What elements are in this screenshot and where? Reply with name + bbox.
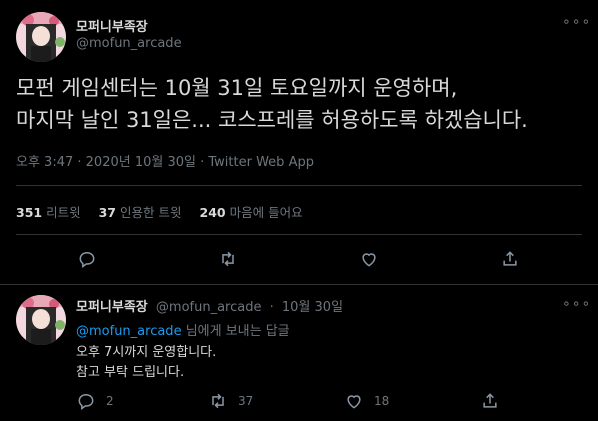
like-button[interactable] bbox=[359, 249, 379, 269]
share-icon bbox=[503, 251, 517, 266]
like-button[interactable]: 18 bbox=[344, 391, 389, 411]
share-icon bbox=[483, 393, 497, 408]
share-button[interactable] bbox=[500, 249, 520, 269]
like-count: 18 bbox=[374, 394, 390, 408]
avatar[interactable] bbox=[16, 295, 66, 345]
replying-suffix: 님에게 보내는 답글 bbox=[181, 324, 290, 339]
reply-header: 모퍼니부족장 @mofun_arcade · 10월 30일 bbox=[76, 296, 343, 315]
tweet-text: 모펀 게임센터는 10월 31일 토요일까지 운영하며, 마지막 날인 31일은… bbox=[16, 72, 582, 136]
tweet-text-line: 모펀 게임센터는 10월 31일 토요일까지 운영하며, bbox=[16, 76, 458, 100]
reply-text: 오후 7시까지 운영합니다. 참고 부탁 드립니다. bbox=[76, 343, 216, 383]
like-icon bbox=[362, 253, 376, 267]
meta-separator: · bbox=[195, 155, 209, 170]
tweet-date[interactable]: 2020년 10월 30일 bbox=[86, 155, 196, 170]
divider bbox=[16, 185, 582, 186]
reply-text-line: 오후 7시까지 운영합니다. bbox=[76, 345, 217, 360]
avatar[interactable] bbox=[16, 12, 66, 62]
retweet-icon bbox=[222, 251, 234, 267]
user-handle[interactable]: @mofun_arcade bbox=[76, 36, 182, 51]
like-icon bbox=[347, 395, 361, 409]
display-name[interactable]: 모퍼니부족장 bbox=[76, 300, 148, 315]
reply-button[interactable] bbox=[77, 249, 97, 269]
display-name[interactable]: 모퍼니부족장 bbox=[76, 16, 148, 35]
divider bbox=[0, 284, 598, 285]
retweet-button[interactable] bbox=[218, 249, 238, 269]
reply-text-line: 참고 부탁 드립니다. bbox=[76, 365, 185, 380]
more-icon[interactable]: ∘∘∘ bbox=[562, 296, 591, 312]
likes-stat[interactable]: 240 마음에 들어요 bbox=[200, 202, 303, 221]
tweet-text-line: 마지막 날인 31일은... 코스프레를 허용하도록 하겠습니다. bbox=[16, 108, 528, 132]
mention-link[interactable]: @mofun_arcade bbox=[76, 324, 182, 339]
retweet-button[interactable]: 37 bbox=[208, 391, 253, 411]
tweet-meta: 오후 3:47 · 2020년 10월 30일 · Twitter Web Ap… bbox=[16, 151, 314, 170]
reply-date[interactable]: 10월 30일 bbox=[282, 300, 343, 315]
reply-icon bbox=[79, 251, 95, 268]
meta-separator: · bbox=[269, 300, 274, 315]
retweet-icon bbox=[212, 393, 224, 409]
reply-button[interactable]: 2 bbox=[76, 391, 114, 411]
meta-separator: · bbox=[73, 155, 86, 170]
retweet-count: 37 bbox=[238, 394, 254, 408]
quotes-stat[interactable]: 37 인용한 트윗 bbox=[99, 202, 182, 221]
replying-to: @mofun_arcade 님에게 보내는 답글 bbox=[76, 320, 290, 339]
divider bbox=[16, 234, 582, 235]
tweet-time[interactable]: 오후 3:47 bbox=[16, 155, 73, 170]
reply-count: 2 bbox=[106, 394, 114, 408]
reply-icon bbox=[78, 393, 94, 410]
user-handle[interactable]: @mofun_arcade bbox=[156, 300, 262, 315]
more-icon[interactable]: ∘∘∘ bbox=[562, 14, 591, 30]
tweet-source[interactable]: Twitter Web App bbox=[208, 155, 314, 170]
retweets-stat[interactable]: 351 리트윗 bbox=[16, 202, 81, 221]
share-button[interactable] bbox=[480, 391, 500, 411]
tweet-stats: 351 리트윗 37 인용한 트윗 240 마음에 들어요 bbox=[16, 202, 303, 221]
